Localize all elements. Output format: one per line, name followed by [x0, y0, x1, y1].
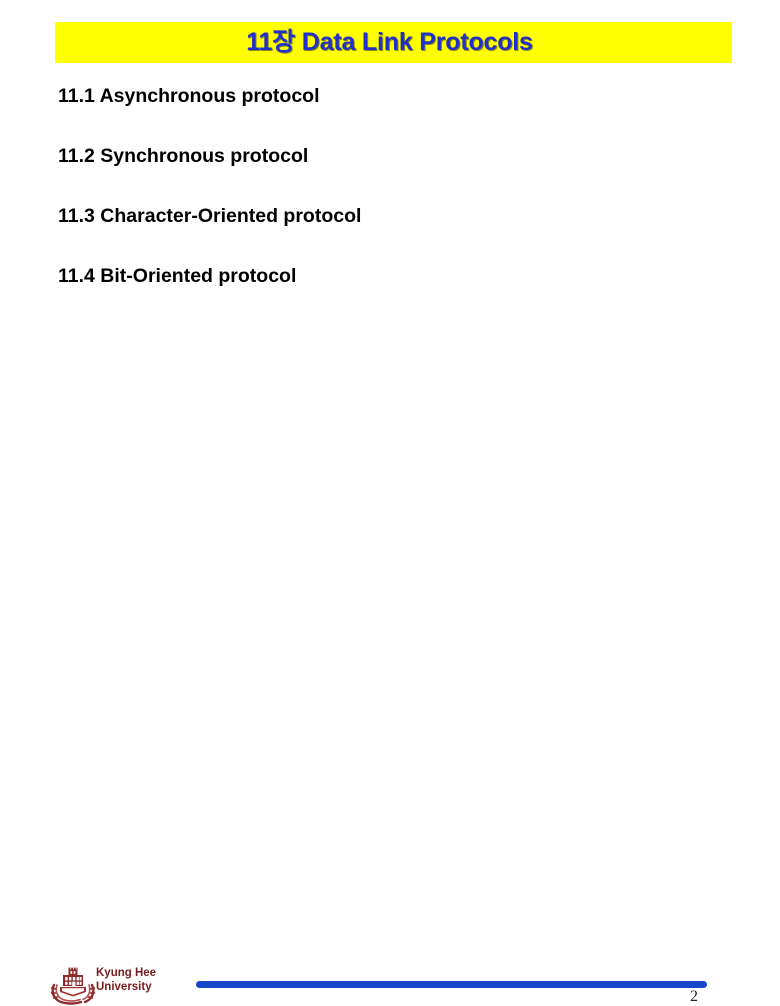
content-list: 11.1 Asynchronous protocol 11.2 Synchron… — [58, 85, 718, 327]
kyung-hee-crest-icon — [50, 965, 96, 1005]
list-item: 11.3 Character-Oriented protocol — [58, 205, 362, 227]
organization-name-line-1: Kyung Hee — [96, 967, 157, 979]
list-item: 11.1 Asynchronous protocol — [58, 85, 320, 107]
page-number: 2 — [690, 988, 698, 1005]
list-item: 11.2 Synchronous protocol — [58, 145, 309, 167]
slide-canvas: 11장 Data Link Protocols 11.1 Asynchronou… — [0, 0, 780, 1005]
title-banner: 11장 Data Link Protocols — [55, 22, 732, 63]
list-item: 11.4 Bit-Oriented protocol — [58, 265, 297, 287]
organization-name-line-2: University — [96, 981, 152, 993]
footer-divider — [196, 981, 707, 988]
slide-footer: Kyung Hee University 2 — [0, 478, 780, 1005]
page-title: 11장 Data Link Protocols — [246, 28, 533, 56]
organization-name: Kyung Hee University — [96, 966, 192, 994]
